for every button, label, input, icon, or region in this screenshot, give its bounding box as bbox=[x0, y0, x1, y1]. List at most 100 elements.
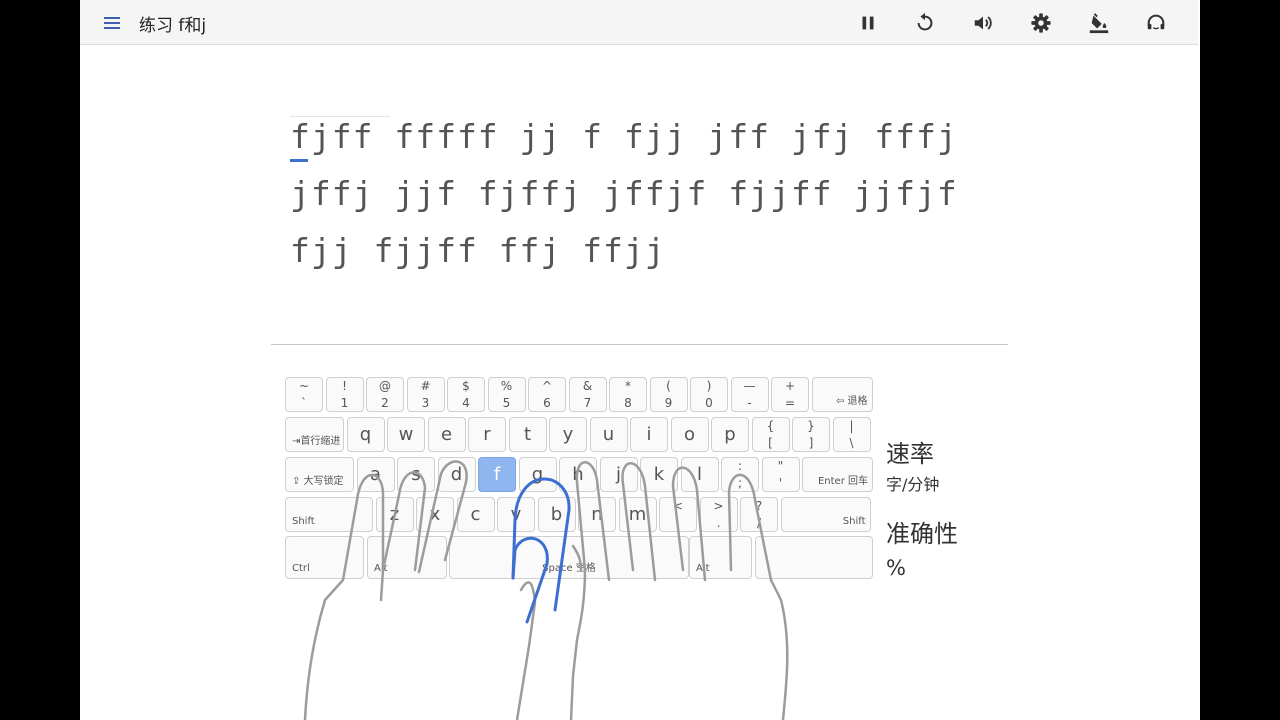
key-shift-char: > bbox=[713, 499, 724, 513]
key-modifier: Alt bbox=[367, 536, 447, 579]
key-i: i bbox=[630, 417, 668, 452]
key-char: a bbox=[369, 464, 382, 485]
key-shift-char: { bbox=[766, 419, 775, 433]
pause-button[interactable] bbox=[855, 10, 881, 36]
speed-label: 速率 bbox=[886, 440, 934, 468]
key-shift-char: : bbox=[737, 459, 743, 473]
practice-line: fjj fjjff ffj ffjj bbox=[290, 231, 666, 270]
key-n: n bbox=[578, 497, 616, 532]
key-symbol: ! 1 bbox=[325, 377, 364, 412]
key-shift-char: @ bbox=[379, 379, 391, 393]
key-base-char: 7 bbox=[583, 396, 592, 410]
theme-button[interactable] bbox=[1086, 10, 1112, 36]
settings-button[interactable] bbox=[1028, 10, 1054, 36]
app-window: 练习 f和j fjff fffff jj f fjj jff jfj fffj … bbox=[80, 0, 1200, 720]
top-toolbar: 练习 f和j bbox=[80, 0, 1198, 45]
key-char: m bbox=[628, 504, 647, 525]
key-label: Alt bbox=[696, 563, 710, 574]
speed-unit: 字/分钟 bbox=[886, 475, 940, 494]
key-x: x bbox=[416, 497, 454, 532]
key-char: o bbox=[683, 424, 695, 445]
key-label: Enter 回车 bbox=[817, 476, 868, 487]
key-m: m bbox=[618, 497, 657, 532]
key-char: l bbox=[696, 464, 702, 485]
key-symbol: + = bbox=[771, 377, 809, 412]
key-h: h bbox=[559, 457, 597, 492]
key-char: h bbox=[572, 464, 584, 485]
key-a: a bbox=[356, 457, 395, 492]
key-modifier: ⇦ 退格 bbox=[811, 377, 873, 412]
key-char: x bbox=[429, 504, 441, 525]
text-top-rule bbox=[290, 116, 390, 117]
key-shift-char: } bbox=[807, 419, 815, 433]
key-shift-char: | bbox=[849, 419, 854, 433]
key-base-char: ; bbox=[737, 476, 743, 490]
key-symbol: * 8 bbox=[609, 377, 647, 412]
key-char: b bbox=[550, 504, 563, 525]
practice-line: jffj jjf fjffj jffjf fjjff jjfjf bbox=[290, 174, 958, 213]
key-char: t bbox=[523, 424, 532, 445]
key-base-char: 8 bbox=[624, 396, 632, 410]
key-symbol: ^ 6 bbox=[528, 377, 566, 412]
sound-button[interactable] bbox=[970, 10, 996, 36]
key-char: n bbox=[591, 504, 603, 525]
key-char: i bbox=[646, 424, 652, 445]
key-symbol: (9 bbox=[649, 377, 688, 412]
menu-icon[interactable] bbox=[98, 10, 126, 34]
key-symbol: ) 0 bbox=[690, 377, 728, 412]
restart-button[interactable] bbox=[912, 10, 938, 36]
key-char: v bbox=[510, 504, 522, 525]
key-w: w bbox=[387, 417, 425, 452]
key-shift-char: " bbox=[777, 459, 784, 473]
key-char: p bbox=[724, 424, 736, 445]
key-shift-char: ( bbox=[666, 379, 671, 393]
key-l: l bbox=[680, 457, 719, 492]
key-j: j bbox=[599, 457, 638, 492]
key-base-char: ` bbox=[301, 396, 307, 410]
accuracy-unit: % bbox=[886, 556, 906, 580]
key-base-char: / bbox=[756, 516, 762, 530]
key-base-char: ] bbox=[808, 436, 814, 450]
pause-icon bbox=[862, 16, 874, 30]
key-e: e bbox=[427, 417, 466, 452]
key-base-char: 4 bbox=[462, 396, 470, 410]
key-q: q bbox=[346, 417, 385, 452]
key-symbol: >. bbox=[699, 497, 738, 532]
key-symbol: #3 bbox=[406, 377, 445, 412]
key-symbol: & 7 bbox=[568, 377, 607, 412]
key-d: d bbox=[437, 457, 476, 492]
key-modifier: Ctrl bbox=[285, 536, 364, 579]
key-shift-char: $ bbox=[462, 379, 470, 393]
key-char: d bbox=[450, 464, 463, 485]
key-modifier: Shift bbox=[780, 497, 871, 532]
key-char: g bbox=[531, 464, 544, 485]
key-base-char: 5 bbox=[502, 396, 511, 410]
key-base-char: 9 bbox=[664, 396, 673, 410]
key-modifier: Space 空格 bbox=[449, 536, 689, 579]
key-shift-char: < bbox=[672, 499, 684, 513]
key-shift-char: + bbox=[784, 379, 796, 393]
practice-text-area[interactable]: fjff fffff jj f fjj jff jfj fffj jffj jj… bbox=[290, 108, 990, 279]
key-label: ⇪ 大写锁定 bbox=[292, 476, 344, 487]
typing-cursor bbox=[290, 159, 308, 162]
key-f: f bbox=[478, 457, 516, 492]
key-char: j bbox=[615, 464, 621, 485]
key-char: z bbox=[389, 504, 400, 525]
key-symbol: % 5 bbox=[487, 377, 526, 412]
key-base-char: = bbox=[784, 396, 796, 410]
key-shift-char: ) bbox=[706, 379, 712, 393]
support-button[interactable] bbox=[1143, 10, 1169, 36]
key-o: o bbox=[670, 417, 709, 452]
restart-icon bbox=[917, 12, 933, 31]
key-modifier: Enter 回车 bbox=[802, 457, 873, 492]
key-p: p bbox=[711, 417, 749, 452]
key-label: Shift bbox=[292, 516, 315, 527]
key-symbol: $4 bbox=[447, 377, 485, 412]
key-y: y bbox=[549, 417, 587, 452]
key-base-char: \ bbox=[849, 436, 854, 450]
key-base-char: 3 bbox=[421, 396, 430, 410]
key-symbol: <, bbox=[659, 497, 697, 532]
key-modifier: ⇥首行缩进 bbox=[285, 417, 344, 452]
key-t: t bbox=[508, 417, 547, 452]
key-symbol: ? / bbox=[740, 497, 778, 532]
